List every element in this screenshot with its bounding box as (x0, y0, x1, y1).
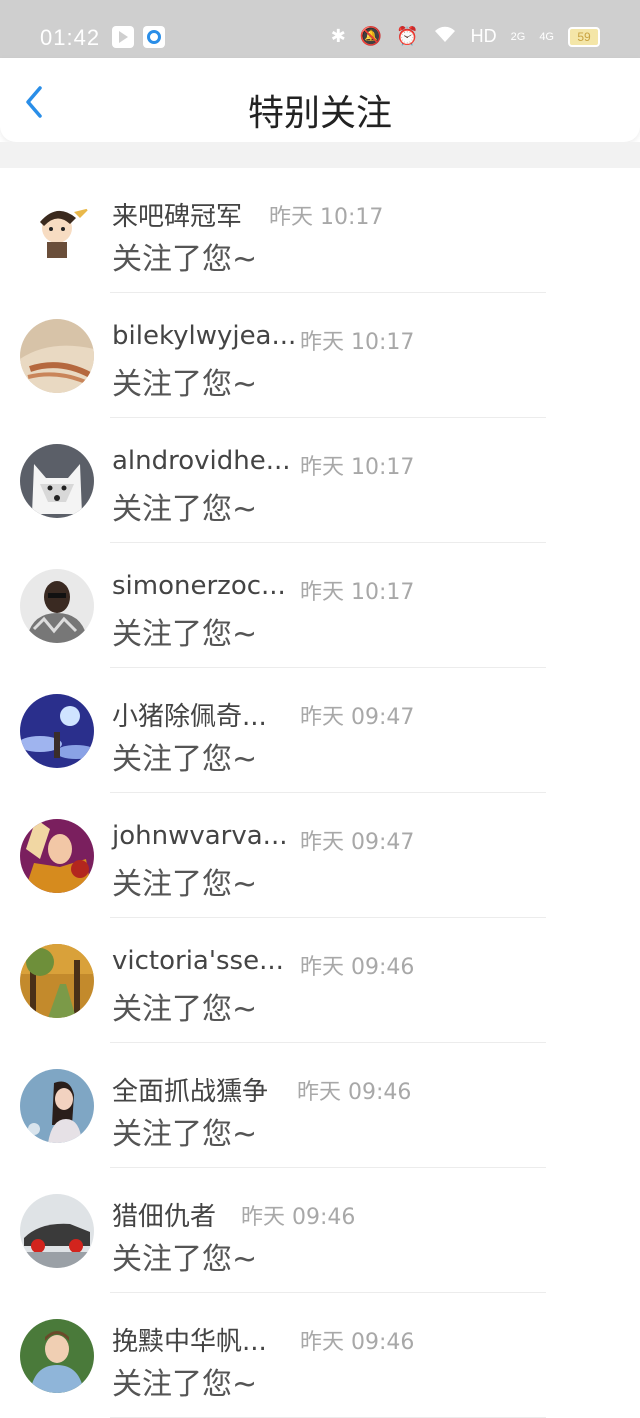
hd-label: HD (470, 26, 497, 46)
wifi-icon (433, 25, 457, 48)
username: bilekylwyjea... (112, 321, 297, 351)
follow-message: 关注了您~ (112, 617, 258, 652)
list-item[interactable]: bilekylwyjea... 昨天 10:17 关注了您~ (0, 293, 640, 418)
username: 来吧碑冠军 (112, 202, 243, 232)
list-item[interactable]: 挽黩中华帆... 昨天 09:46 关注了您~ (0, 1293, 640, 1418)
follow-time: 昨天 09:47 (300, 830, 415, 855)
follow-message: 关注了您~ (112, 367, 258, 402)
avatar[interactable] (20, 819, 94, 893)
follow-list: 来吧碑冠军 昨天 10:17 关注了您~ bilekylwyjea... 昨天 … (0, 168, 640, 1418)
follow-message: 关注了您~ (112, 1242, 258, 1277)
app-notification-icon (112, 26, 134, 48)
username: 全面抓战獯争 (112, 1077, 269, 1107)
status-icons: ✱ 🔕 ⏰ HD 2G 4G 59 (331, 25, 600, 48)
avatar[interactable] (20, 1069, 94, 1143)
signal-4g-label: 4G (539, 30, 554, 43)
status-bar: 01:42 ✱ 🔕 ⏰ HD 2G 4G 59 (0, 0, 640, 58)
battery-indicator: 59 (568, 26, 600, 47)
bluetooth-icon: ✱ (330, 26, 346, 46)
page-title: 特别关注 (247, 93, 392, 134)
username: johnwvarva... (112, 821, 288, 851)
follow-time: 昨天 09:46 (297, 1080, 412, 1105)
avatar[interactable] (20, 1194, 94, 1268)
avatar[interactable] (20, 694, 94, 768)
follow-message: 关注了您~ (112, 492, 258, 527)
mute-icon: 🔕 (359, 26, 383, 46)
username: simonerzoc... (112, 571, 286, 601)
list-item[interactable]: 全面抓战獯争 昨天 09:46 关注了您~ (0, 1043, 640, 1168)
username: 挽黩中华帆... (112, 1327, 267, 1357)
follow-time: 昨天 10:17 (269, 205, 384, 230)
list-item[interactable]: 来吧碑冠军 昨天 10:17 关注了您~ (0, 168, 640, 293)
follow-time: 昨天 09:46 (300, 1330, 415, 1355)
avatar[interactable] (20, 319, 94, 393)
avatar[interactable] (20, 194, 94, 268)
follow-time: 昨天 10:17 (300, 455, 415, 480)
follow-message: 关注了您~ (112, 992, 258, 1027)
list-item[interactable]: 小猪除佩奇... 昨天 09:47 关注了您~ (0, 668, 640, 793)
avatar[interactable] (20, 444, 94, 518)
avatar[interactable] (20, 944, 94, 1018)
list-item[interactable]: victoria'sse... 昨天 09:46 关注了您~ (0, 918, 640, 1043)
follow-message: 关注了您~ (112, 867, 258, 902)
app-header: 特别关注 (0, 58, 640, 142)
username: victoria'sse... (112, 946, 284, 976)
alarm-icon: ⏰ (396, 26, 419, 46)
username: alndrovidhe... (112, 446, 291, 476)
status-time: 01:42 (40, 25, 101, 50)
follow-message: 关注了您~ (112, 1117, 258, 1152)
follow-message: 关注了您~ (112, 742, 258, 777)
follow-time: 昨天 10:17 (300, 330, 415, 355)
username: 小猪除佩奇... (112, 702, 267, 732)
avatar[interactable] (20, 1319, 94, 1393)
username: 猎佃仇者 (112, 1202, 217, 1232)
list-item[interactable]: 猎佃仇者 昨天 09:46 关注了您~ (0, 1168, 640, 1293)
avatar[interactable] (20, 569, 94, 643)
browser-notification-icon (143, 26, 165, 48)
follow-message: 关注了您~ (112, 1367, 258, 1402)
follow-message: 关注了您~ (112, 242, 258, 277)
list-item[interactable]: johnwvarva... 昨天 09:47 关注了您~ (0, 793, 640, 918)
follow-time: 昨天 09:46 (241, 1205, 356, 1230)
signal-2g-label: 2G (510, 30, 526, 43)
follow-time: 昨天 09:47 (300, 705, 415, 730)
header-divider (0, 142, 640, 168)
follow-time: 昨天 09:46 (300, 955, 415, 980)
follow-time: 昨天 10:17 (300, 580, 415, 605)
list-item[interactable]: alndrovidhe... 昨天 10:17 关注了您~ (0, 418, 640, 543)
list-item[interactable]: simonerzoc... 昨天 10:17 关注了您~ (0, 543, 640, 668)
